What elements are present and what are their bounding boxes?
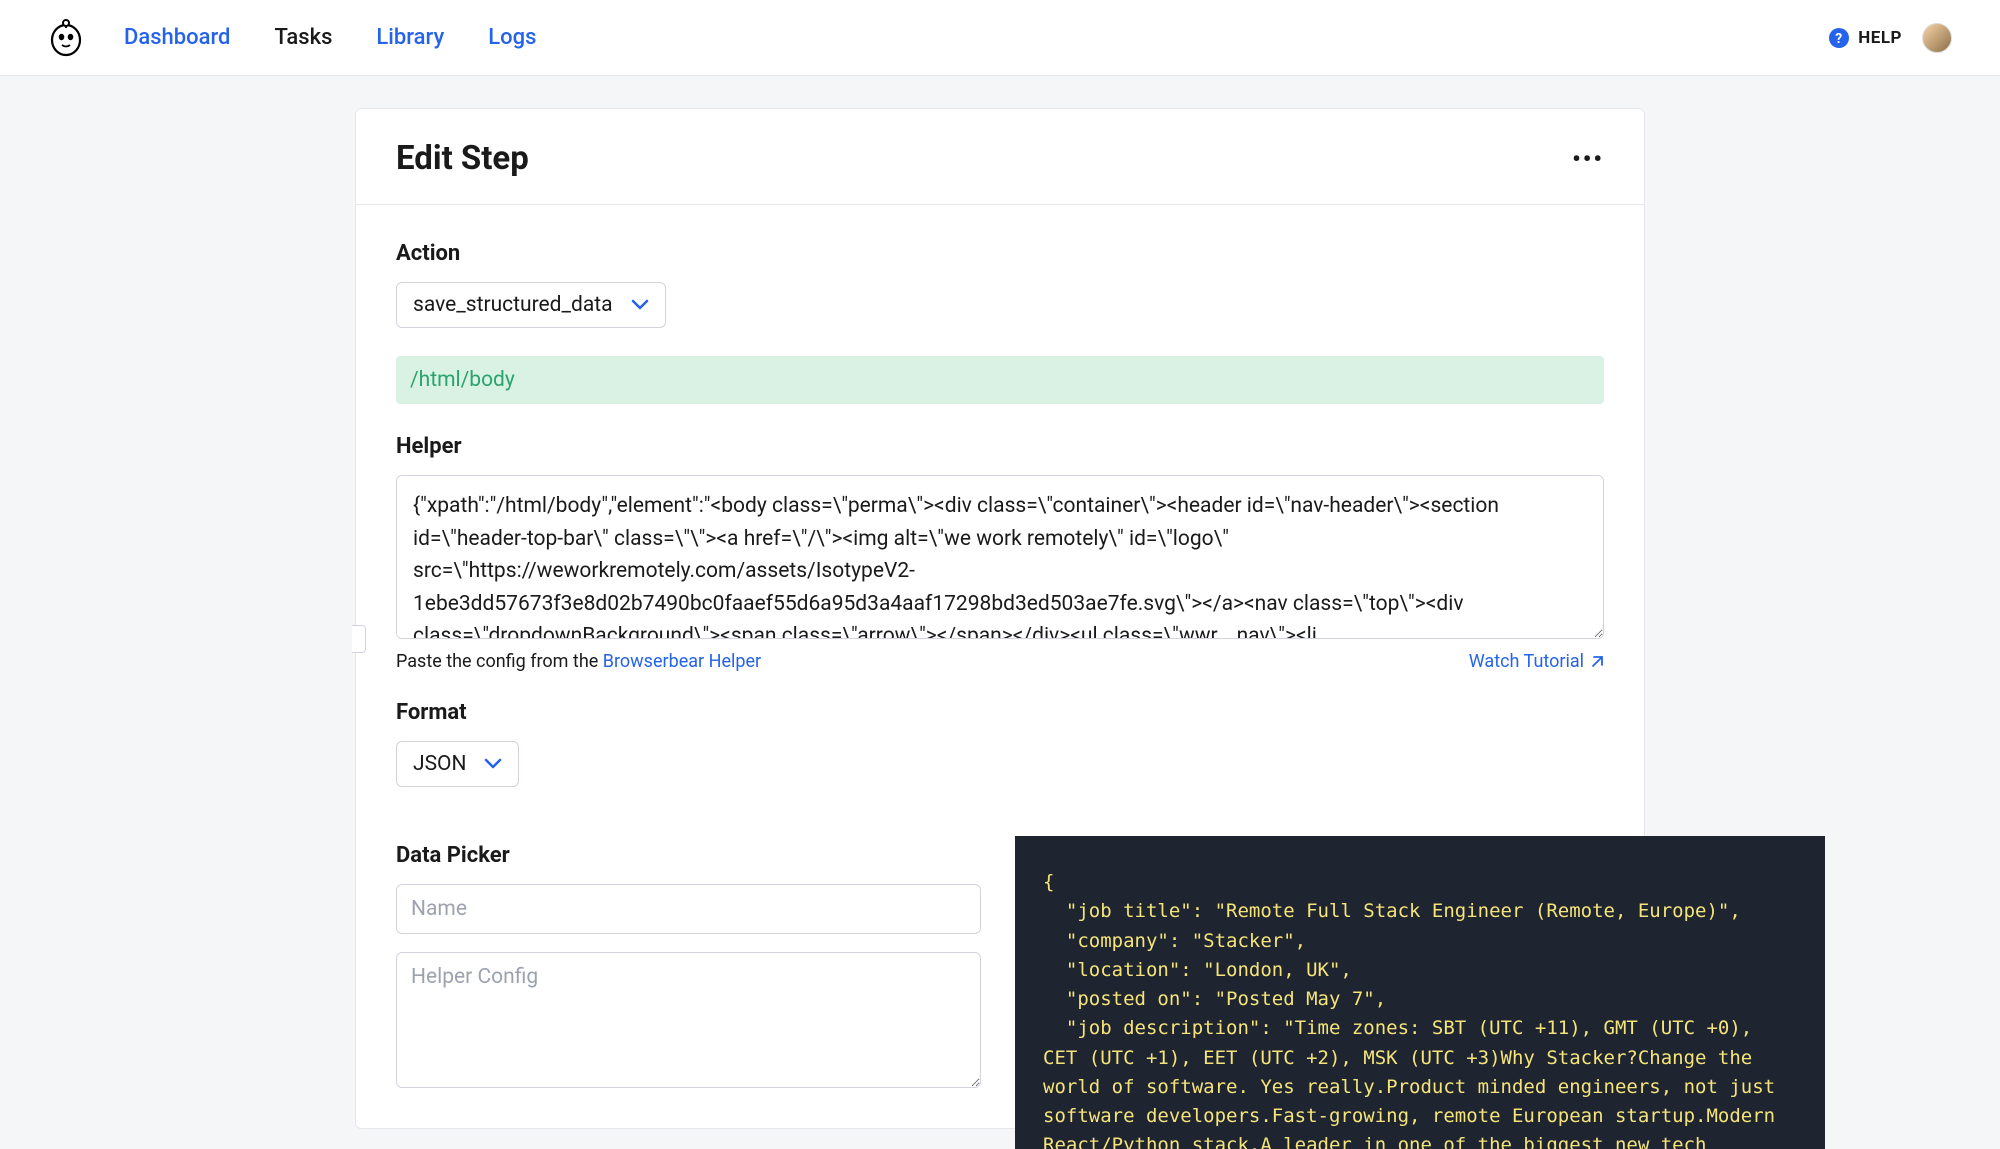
watch-tutorial-link[interactable]: Watch Tutorial <box>1469 651 1604 672</box>
external-link-icon <box>1590 655 1604 669</box>
helper-hint-prefix: Paste the config from the <box>396 651 603 672</box>
action-label: Action <box>396 241 1604 266</box>
logo[interactable] <box>48 17 84 59</box>
format-selected-value: JSON <box>413 752 466 776</box>
format-select[interactable]: JSON <box>396 741 519 787</box>
browserbear-helper-link[interactable]: Browserbear Helper <box>603 651 761 672</box>
topbar: Dashboard Tasks Library Logs ? HELP <box>0 0 2000 76</box>
nav-library[interactable]: Library <box>376 25 444 50</box>
json-preview-overlay: { "job title": "Remote Full Stack Engine… <box>1015 836 1825 1149</box>
helper-hint-row: Paste the config from the Browserbear He… <box>396 651 1604 672</box>
action-selected-value: save_structured_data <box>413 293 613 317</box>
tutorial-label: Watch Tutorial <box>1469 651 1584 672</box>
help-link[interactable]: ? HELP <box>1828 27 1902 49</box>
data-picker-name-input[interactable] <box>396 884 981 934</box>
data-picker-config-textarea[interactable] <box>396 952 981 1088</box>
chevron-down-icon <box>484 758 502 770</box>
helper-label: Helper <box>396 434 1604 459</box>
topbar-left: Dashboard Tasks Library Logs <box>48 17 536 59</box>
helper-textarea[interactable] <box>396 475 1604 639</box>
svg-text:?: ? <box>1836 31 1843 47</box>
collapse-handle[interactable] <box>352 625 366 653</box>
more-menu-icon[interactable]: ••• <box>1572 145 1604 173</box>
nav-dashboard[interactable]: Dashboard <box>124 25 230 50</box>
help-icon: ? <box>1828 27 1850 49</box>
xpath-display: /html/body <box>396 356 1604 404</box>
chevron-down-icon <box>631 299 649 311</box>
card-header: Edit Step ••• <box>356 109 1644 205</box>
topbar-right: ? HELP <box>1828 23 1952 53</box>
helper-hint: Paste the config from the Browserbear He… <box>396 651 761 672</box>
nav-logs[interactable]: Logs <box>488 25 536 50</box>
help-label: HELP <box>1858 28 1902 48</box>
page-title: Edit Step <box>396 139 529 178</box>
format-label: Format <box>396 700 1604 725</box>
nav-tasks[interactable]: Tasks <box>274 25 332 50</box>
main-nav: Dashboard Tasks Library Logs <box>124 25 536 50</box>
action-select[interactable]: save_structured_data <box>396 282 666 328</box>
avatar[interactable] <box>1922 23 1952 53</box>
